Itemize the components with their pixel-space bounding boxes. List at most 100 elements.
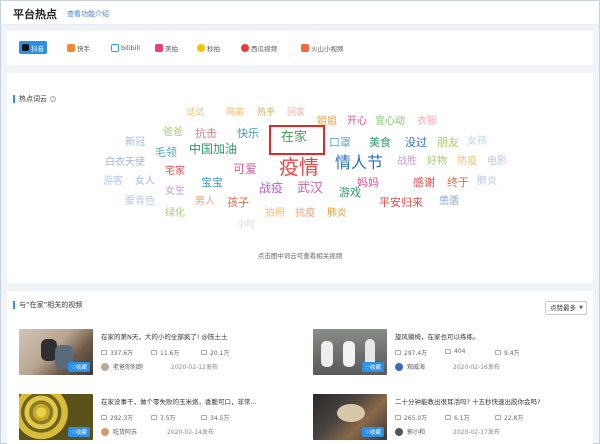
video-title[interactable]: 在家没事干，做个零失败的玉米烙，香脆可口，非常... <box>101 396 257 406</box>
play-count: 292.3万 <box>101 413 133 422</box>
play-icon <box>395 350 401 355</box>
word-cloud-term[interactable]: 拍照 <box>265 209 285 219</box>
video-thumbnail[interactable]: ♡收藏 <box>19 329 93 375</box>
tab-xigua[interactable]: 西瓜视频 <box>241 41 277 54</box>
comment-icon <box>151 415 157 420</box>
like-count: 22.8万 <box>495 413 523 422</box>
word-cloud-term[interactable]: 肺炎 <box>327 209 347 219</box>
like-count-value: 20.1万 <box>210 350 230 357</box>
header-bar: 平台热点 查看功能介绍 <box>1 1 599 25</box>
word-cloud-term[interactable]: 武汉 <box>297 182 323 195</box>
word-cloud-term[interactable]: 小时 <box>237 221 255 230</box>
video-thumbnail[interactable]: ♡收藏 <box>19 394 93 440</box>
word-cloud-term[interactable]: 电影 <box>487 157 507 167</box>
video-item[interactable]: ♡收藏 旋风躺椅，在家也可以练练。 297.4万 404 9.4万 观威海 20… <box>313 329 593 377</box>
word-cloud-term[interactable]: 男人 <box>195 197 215 207</box>
word-cloud-term[interactable]: 女生 <box>165 187 185 197</box>
tab-huoshan[interactable]: 火山小视频 <box>301 41 344 54</box>
like-icon <box>495 415 501 420</box>
word-cloud-term[interactable]: 战胜 <box>397 157 417 167</box>
bilibili-icon <box>111 43 119 52</box>
play-count-value: 265.0万 <box>404 415 428 422</box>
video-author[interactable]: 观威海 <box>395 362 425 371</box>
word-cloud-term[interactable]: 生活 <box>439 197 459 207</box>
word-cloud-term[interactable]: 防疫 <box>457 157 477 167</box>
help-icon[interactable]: ? <box>50 96 56 102</box>
tab-douyin[interactable]: 抖音 <box>19 41 47 54</box>
word-cloud-term[interactable]: 要肯色 <box>125 197 155 207</box>
feature-intro-link[interactable]: 查看功能介绍 <box>67 9 109 19</box>
word-cloud-term[interactable]: 孩子 <box>227 197 249 208</box>
word-cloud-term[interactable]: 战疫 <box>259 182 283 194</box>
video-item[interactable]: ♡收藏 在家的第N天，大的小的全部疯了! @陈土土 337.6万 11.6万 2… <box>19 329 299 377</box>
word-cloud-term[interactable]: 回家 <box>287 109 305 118</box>
tab-label: bilibili <box>121 43 141 52</box>
like-icon <box>495 350 501 355</box>
word-cloud-term[interactable]: 开心 <box>347 117 367 127</box>
video-author[interactable]: 郭小和 <box>395 427 425 436</box>
word-cloud-term[interactable]: 抗击 <box>195 128 217 139</box>
word-cloud-term[interactable]: 宝宝 <box>201 177 223 188</box>
video-item[interactable]: ♡收藏 二十分钟能教出很耳活吗? 十五秒快速出胶你会吗? 265.0万 6.1万… <box>313 394 593 442</box>
word-cloud-term[interactable]: 终于 <box>447 177 469 188</box>
word-cloud-term[interactable]: 抗疫 <box>295 209 315 219</box>
word-cloud-term[interactable]: 感谢 <box>413 177 435 188</box>
video-thumbnail-figure <box>321 341 333 367</box>
play-count-value: 292.3万 <box>110 415 134 422</box>
sort-dropdown[interactable]: 点赞最多 ▼ <box>545 301 587 315</box>
tab-meipai[interactable]: 美拍 <box>155 41 178 54</box>
video-author[interactable]: 吃货阿苏 <box>101 427 137 436</box>
video-thumbnail[interactable]: ♡收藏 <box>313 329 387 375</box>
word-cloud-term[interactable]: 隔离 <box>226 109 244 118</box>
word-cloud-term[interactable]: 游戏 <box>339 187 361 198</box>
video-thumbnail[interactable]: ♡收藏 <box>313 394 387 440</box>
word-cloud-term[interactable]: 试试 <box>186 109 204 118</box>
word-cloud-term[interactable]: 快乐 <box>237 128 259 139</box>
word-cloud-term[interactable]: 绿化 <box>165 209 185 219</box>
word-cloud-term[interactable]: 衣服 <box>417 117 437 127</box>
word-cloud-term[interactable]: 疫情 <box>279 157 319 177</box>
word-cloud-term[interactable]: 朋友 <box>437 137 459 148</box>
video-author[interactable]: 老爸你别跑 <box>101 362 143 371</box>
video-title[interactable]: 在家的第N天，大的小的全部疯了! @陈土土 <box>101 331 228 341</box>
like-count-value: 34.5万 <box>210 415 230 422</box>
word-cloud-term[interactable]: 宜心动 <box>375 117 405 127</box>
collect-button[interactable]: ♡收藏 <box>362 362 384 372</box>
word-cloud-term[interactable]: 肺炎 <box>477 177 497 187</box>
word-cloud-term[interactable]: 热乎 <box>257 109 275 118</box>
word-cloud-hint: 点击图中词云可查看相关视频 <box>257 252 343 260</box>
word-cloud-term[interactable]: 爸爸 <box>163 128 183 138</box>
collect-button[interactable]: ♡收藏 <box>68 362 90 372</box>
word-cloud-term[interactable]: 毛领 <box>155 147 177 158</box>
tab-miaopai[interactable]: 秒拍 <box>197 41 220 54</box>
play-count: 337.6万 <box>101 348 133 357</box>
word-cloud-term[interactable]: 白衣天使 <box>105 158 145 168</box>
word-cloud-term[interactable]: 平安归来 <box>379 197 423 208</box>
collect-label: 收藏 <box>75 365 87 371</box>
tab-bilibili[interactable]: bilibili <box>111 41 140 54</box>
word-cloud-term[interactable]: 游客 <box>103 177 123 187</box>
word-cloud-term[interactable]: 情人节 <box>335 155 383 171</box>
word-cloud-term[interactable]: 女人 <box>135 177 155 187</box>
douyin-icon <box>22 44 29 51</box>
word-cloud-term[interactable]: 中国加油 <box>189 143 237 155</box>
comment-count-value: 7.5万 <box>160 415 176 422</box>
word-cloud-term[interactable]: 好物 <box>427 157 447 167</box>
tab-label: 抖音 <box>31 44 44 53</box>
video-title[interactable]: 旋风躺椅，在家也可以练练。 <box>395 331 480 341</box>
collect-button[interactable]: ♡收藏 <box>68 427 90 437</box>
collect-button[interactable]: ♡收藏 <box>362 427 384 437</box>
comment-count-value: 11.6万 <box>160 350 180 357</box>
word-cloud-term[interactable]: 新冠 <box>125 138 145 148</box>
word-cloud-term[interactable]: 女孩 <box>467 137 487 147</box>
tab-kuaishou[interactable]: 快手 <box>67 41 90 54</box>
tab-label: 快手 <box>77 44 90 53</box>
word-cloud-term[interactable]: 口罩 <box>329 137 351 148</box>
video-title[interactable]: 二十分钟能教出很耳活吗? 十五秒快速出胶你会吗? <box>395 396 540 406</box>
word-cloud-term[interactable]: 可爱 <box>233 163 257 175</box>
word-cloud-term[interactable]: 宅家 <box>165 167 185 177</box>
comment-count: 11.6万 <box>151 348 179 357</box>
word-cloud-term[interactable]: 美食 <box>369 137 391 148</box>
word-cloud-term[interactable]: 没过 <box>405 137 427 148</box>
video-item[interactable]: ♡收藏 在家没事干，做个零失败的玉米烙，香脆可口，非常... 292.3万 7.… <box>19 394 299 442</box>
